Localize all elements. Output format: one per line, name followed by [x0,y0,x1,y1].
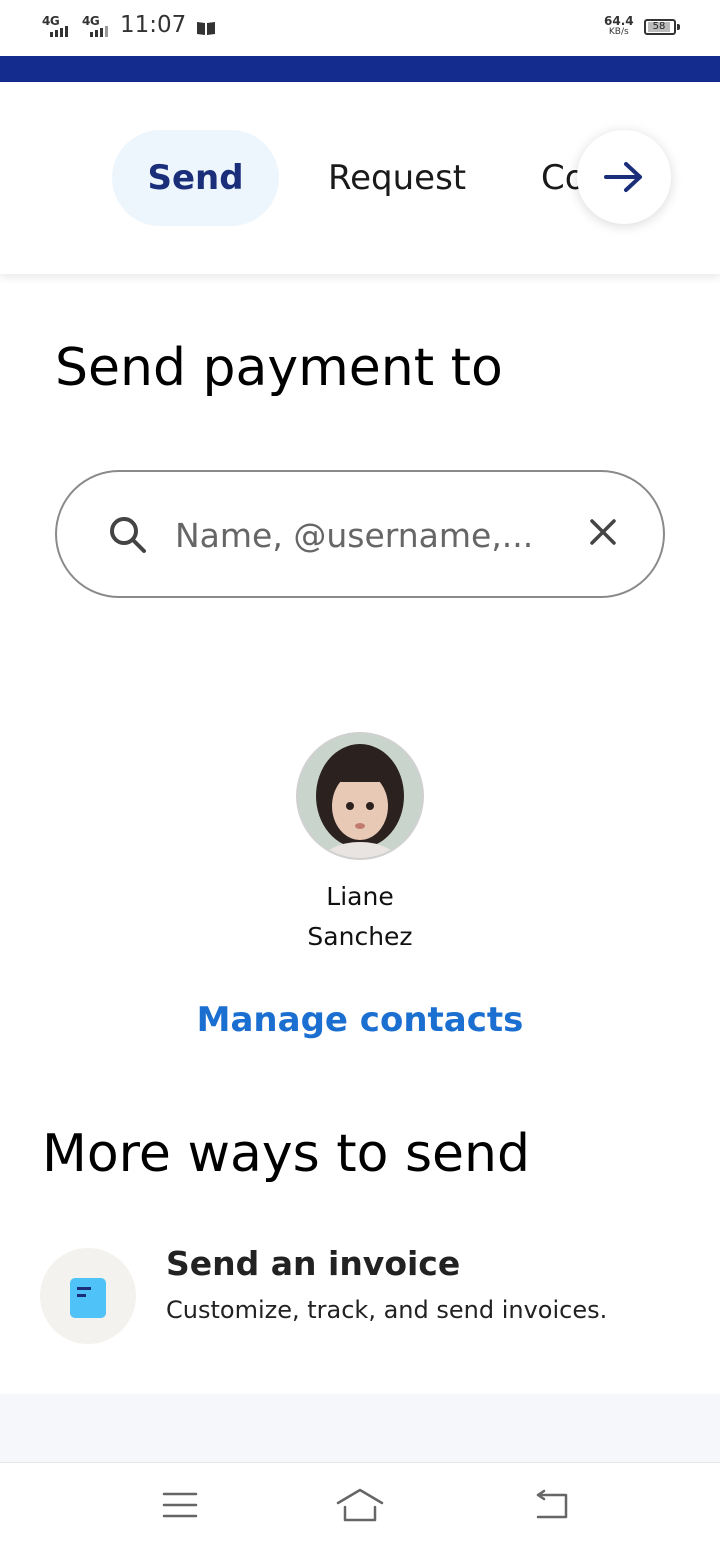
system-nav-bar [0,1462,720,1545]
avatar [296,732,424,860]
bottom-section [0,1394,720,1462]
status-bar: 4G 4G 11:07 64.4 KB/s 58 [0,0,720,56]
back-button[interactable] [522,1483,578,1527]
invoice-title: Send an invoice [166,1244,461,1283]
manage-contacts-link[interactable]: Manage contacts [0,1000,720,1040]
tab-bar: Send Request Co [0,82,720,274]
battery-icon: 58 [644,19,680,35]
arrow-right-icon [604,162,642,192]
menu-button[interactable] [152,1483,208,1527]
clear-search-icon[interactable] [587,516,619,548]
tab-send[interactable]: Send [112,130,279,226]
home-icon [336,1488,384,1522]
clock: 11:07 [120,12,187,38]
more-ways-title: More ways to send [42,1124,531,1184]
invoice-subtitle: Customize, track, and send invoices. [166,1296,608,1324]
brand-bar [0,56,720,82]
book-icon [197,22,215,35]
scroll-tabs-button[interactable] [577,130,671,224]
home-button[interactable] [332,1483,388,1527]
search-icon [110,517,146,553]
invoice-icon [70,1278,106,1318]
tab-request[interactable]: Request [328,130,466,226]
sim1-signal-icon [50,26,68,37]
sim2-signal-icon [90,26,108,37]
network-speed-unit: KB/s [608,27,629,37]
contact-first-name: Liane [326,882,394,911]
invoice-icon-circle [40,1248,136,1344]
search-input[interactable] [175,502,555,568]
back-icon [536,1489,568,1519]
page-title: Send payment to [55,338,503,398]
network-speed: 64.4 KB/s [604,14,634,38]
menu-icon [162,1492,198,1518]
avatar-photo [298,734,422,858]
search-box [55,470,665,598]
network-speed-value: 64.4 [604,14,634,28]
battery-level: 58 [648,22,670,32]
contact-last-name: Sanchez [307,922,413,951]
